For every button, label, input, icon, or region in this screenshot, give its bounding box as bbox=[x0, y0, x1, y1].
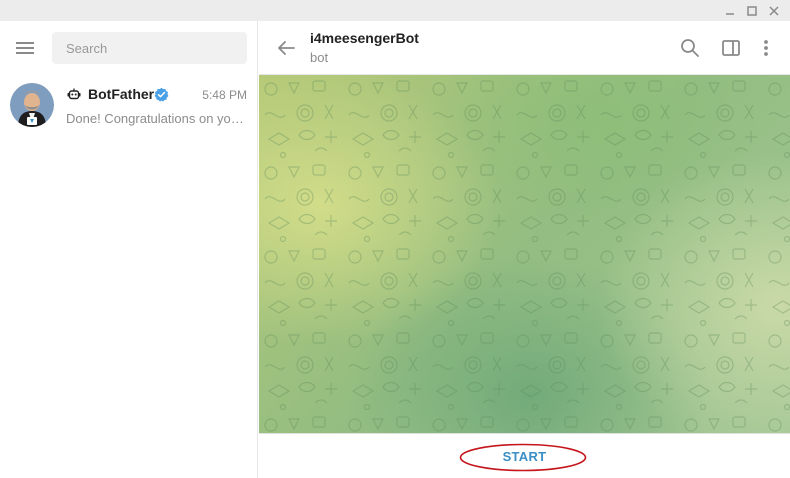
verified-icon bbox=[154, 87, 169, 102]
search-box bbox=[52, 32, 247, 64]
maximize-button[interactable] bbox=[741, 0, 763, 21]
back-arrow-icon bbox=[278, 41, 295, 55]
more-vertical-icon bbox=[764, 40, 768, 56]
more-options-button[interactable] bbox=[753, 35, 779, 61]
minimize-icon bbox=[726, 12, 734, 15]
sidebar-toggle-icon bbox=[722, 40, 740, 56]
maximize-icon bbox=[747, 5, 757, 16]
start-button[interactable]: START bbox=[259, 434, 790, 478]
chat-list-panel: BotFather 5:48 PM Done! Congratulations … bbox=[0, 21, 258, 478]
close-button[interactable] bbox=[763, 0, 785, 21]
bottom-bar: START bbox=[259, 433, 790, 478]
main-menu-button[interactable] bbox=[8, 33, 42, 63]
chat-background bbox=[259, 75, 790, 433]
search-button[interactable] bbox=[677, 35, 703, 61]
chat-preview: Done! Congratulations on your new bot. Y… bbox=[66, 111, 248, 126]
start-label: START bbox=[502, 449, 547, 464]
close-icon bbox=[769, 5, 779, 16]
sidebar-toggle-button[interactable] bbox=[718, 35, 744, 61]
search-input[interactable] bbox=[52, 32, 247, 64]
bot-icon bbox=[67, 88, 81, 100]
telegram-window: BotFather 5:48 PM Done! Congratulations … bbox=[0, 0, 790, 478]
chat-time: 5:48 PM bbox=[202, 88, 247, 102]
peer-status: bot bbox=[310, 50, 329, 65]
back-button[interactable] bbox=[273, 35, 299, 61]
title-bar bbox=[0, 0, 790, 21]
wallpaper-pattern bbox=[259, 75, 790, 433]
chat-name: BotFather bbox=[88, 86, 155, 102]
search-icon bbox=[681, 39, 699, 57]
avatar bbox=[10, 83, 54, 127]
minimize-button[interactable] bbox=[719, 0, 741, 21]
menu-icon bbox=[16, 42, 34, 54]
chat-header: i4meesengerBot bot bbox=[259, 21, 790, 75]
peer-name[interactable]: i4meesengerBot bbox=[310, 30, 419, 46]
chat-list-item-botfather[interactable]: BotFather 5:48 PM Done! Congratulations … bbox=[0, 73, 257, 137]
